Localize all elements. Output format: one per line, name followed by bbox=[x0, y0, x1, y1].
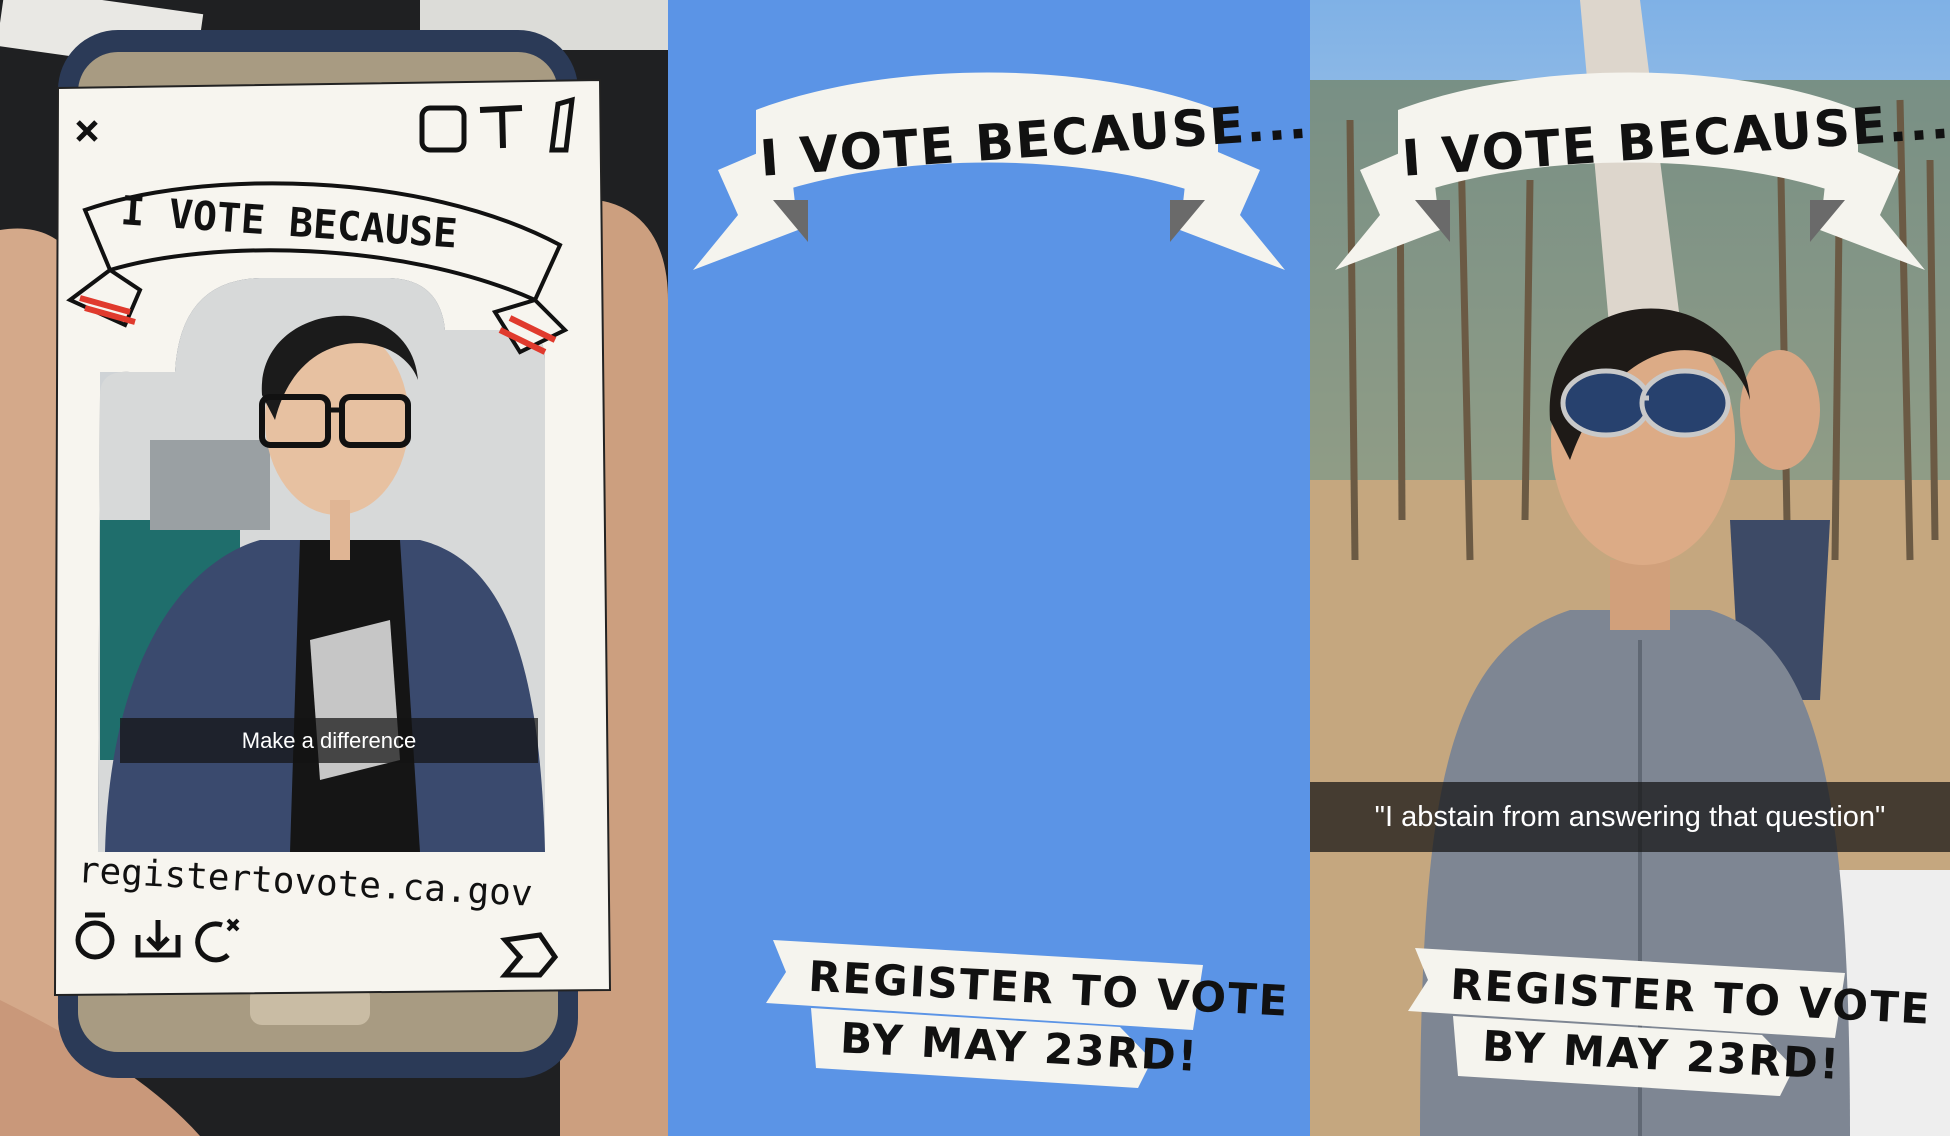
hand-banner-text-layer: I VOTE BECAUSE bbox=[119, 188, 459, 257]
applied-filter-panel: I VOTE BECAUSE... REGISTER TO VOTE BY MA… bbox=[1310, 0, 1950, 1136]
caption-bar[interactable]: Make a difference bbox=[120, 718, 538, 763]
geofilter-overlay-applied: I VOTE BECAUSE... REGISTER TO VOTE BY MA… bbox=[1335, 72, 1950, 1096]
hand-banner-text: I VOTE BECAUSE bbox=[119, 188, 459, 257]
paper-prototype-panel: I VOTE BECAUSE Make a difference registe… bbox=[0, 0, 668, 1136]
caption-bar[interactable]: "I abstain from answering that question" bbox=[1310, 782, 1950, 852]
geofilter-preview-panel: I VOTE BECAUSE... REGISTER TO VOTE BY MA… bbox=[668, 0, 1310, 1136]
geofilter-overlay: I VOTE BECAUSE... REGISTER TO VOTE BY MA… bbox=[668, 0, 1310, 1136]
